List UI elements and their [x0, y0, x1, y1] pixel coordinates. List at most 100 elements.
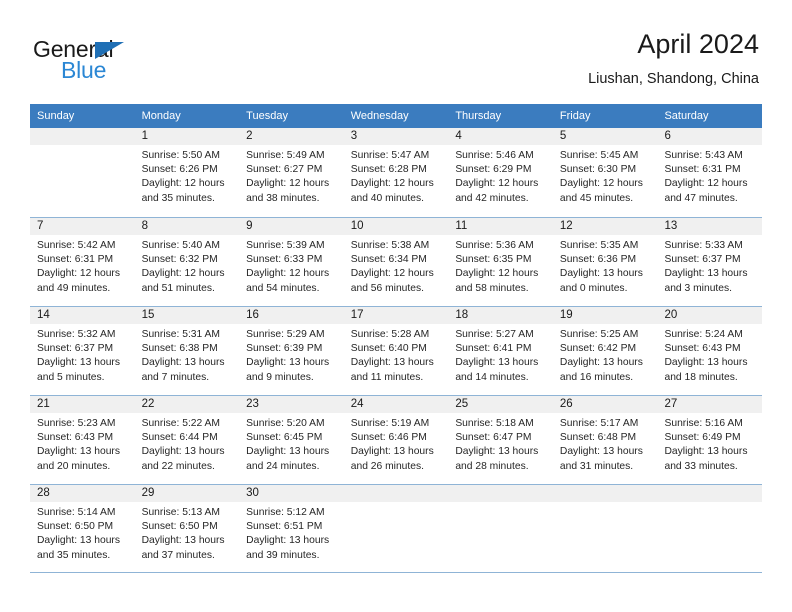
daylight-text-line2: and 20 minutes.	[37, 460, 111, 472]
day-cell[interactable]: 28 Sunrise: 5:14 AM Sunset: 6:50 PM Dayl…	[30, 485, 135, 572]
sunset-text: Sunset: 6:31 PM	[37, 254, 114, 266]
sunset-text: Sunset: 6:28 PM	[350, 164, 427, 176]
day-cell[interactable]: 9 Sunrise: 5:39 AM Sunset: 6:33 PM Dayli…	[239, 218, 344, 306]
sunset-text: Sunset: 6:48 PM	[559, 432, 637, 444]
day-cell	[552, 485, 658, 572]
day-cell[interactable]: 20 Sunrise: 5:24 AM Sunset: 6:43 PM Dayl…	[657, 307, 763, 395]
day-cell[interactable]: 30 Sunrise: 5:12 AM Sunset: 6:51 PM Dayl…	[239, 485, 344, 572]
sunrise-text: Sunrise: 5:12 AM	[246, 507, 325, 518]
day-number: 26	[552, 396, 658, 413]
daylight-text-line2: and 40 minutes.	[350, 192, 425, 204]
sunrise-text: Sunrise: 5:24 AM	[664, 329, 743, 340]
day-cell[interactable]: 16 Sunrise: 5:29 AM Sunset: 6:39 PM Dayl…	[239, 307, 344, 395]
daylight-text-line2: and 45 minutes.	[559, 192, 634, 204]
day-details: Sunrise: 5:50 AM Sunset: 6:26 PM Dayligh…	[135, 145, 240, 206]
day-cell[interactable]: 12 Sunrise: 5:35 AM Sunset: 6:36 PM Dayl…	[552, 218, 658, 306]
day-cell[interactable]: 8 Sunrise: 5:40 AM Sunset: 6:32 PM Dayli…	[134, 218, 240, 306]
day-cell[interactable]: 29 Sunrise: 5:13 AM Sunset: 6:50 PM Dayl…	[134, 485, 240, 572]
daylight-text-line2: and 35 minutes.	[141, 192, 215, 204]
day-details: Sunrise: 5:35 AM Sunset: 6:36 PM Dayligh…	[553, 235, 658, 296]
weekday-header-tuesday: Tuesday	[246, 110, 288, 122]
sunrise-text: Sunrise: 5:39 AM	[246, 240, 325, 251]
sunrise-text: Sunrise: 5:16 AM	[664, 418, 743, 429]
day-cell[interactable]: 4 Sunrise: 5:46 AM Sunset: 6:29 PM Dayli…	[448, 128, 553, 217]
daylight-text-line2: and 3 minutes.	[664, 282, 733, 294]
sunrise-text: Sunrise: 5:47 AM	[350, 150, 430, 161]
day-cell[interactable]: 10 Sunrise: 5:38 AM Sunset: 6:34 PM Dayl…	[343, 218, 449, 306]
day-cell[interactable]: 2 Sunrise: 5:49 AM Sunset: 6:27 PM Dayli…	[239, 128, 344, 217]
day-details: Sunrise: 5:49 AM Sunset: 6:27 PM Dayligh…	[239, 145, 344, 206]
day-number: 23	[239, 396, 344, 413]
day-cell[interactable]: 25 Sunrise: 5:18 AM Sunset: 6:47 PM Dayl…	[448, 396, 553, 484]
daylight-text-line2: and 0 minutes.	[559, 282, 628, 294]
weekday-header-thursday: Thursday	[455, 110, 502, 122]
weekday-header-saturday: Saturday	[664, 110, 709, 122]
day-number: 2	[239, 128, 344, 145]
daylight-text-line1: Daylight: 12 hours	[350, 268, 434, 280]
weekday-header-sunday: Sunday	[37, 110, 75, 122]
daylight-text-line1: Daylight: 12 hours	[141, 178, 225, 190]
day-number: 12	[552, 218, 658, 235]
day-details: Sunrise: 5:38 AM Sunset: 6:34 PM Dayligh…	[344, 235, 449, 296]
sunrise-text: Sunrise: 5:27 AM	[455, 329, 534, 340]
sunset-text: Sunset: 6:43 PM	[664, 343, 741, 355]
general-blue-logo[interactable]: General Blue	[33, 36, 233, 88]
daylight-text-line1: Daylight: 12 hours	[559, 178, 643, 190]
day-cell[interactable]: 22 Sunrise: 5:22 AM Sunset: 6:44 PM Dayl…	[134, 396, 240, 484]
day-details	[553, 502, 658, 506]
day-cell[interactable]: 23 Sunrise: 5:20 AM Sunset: 6:45 PM Dayl…	[239, 396, 344, 484]
sunset-text: Sunset: 6:27 PM	[246, 164, 323, 176]
sunset-text: Sunset: 6:33 PM	[246, 254, 323, 266]
day-details: Sunrise: 5:17 AM Sunset: 6:48 PM Dayligh…	[553, 413, 658, 474]
day-cell[interactable]: 7 Sunrise: 5:42 AM Sunset: 6:31 PM Dayli…	[30, 218, 135, 306]
day-details: Sunrise: 5:46 AM Sunset: 6:29 PM Dayligh…	[448, 145, 553, 206]
day-cell[interactable]: 24 Sunrise: 5:19 AM Sunset: 6:46 PM Dayl…	[343, 396, 449, 484]
weekday-header-row: Sunday Monday Tuesday Wednesday Thursday…	[30, 104, 762, 128]
day-cell[interactable]: 19 Sunrise: 5:25 AM Sunset: 6:42 PM Dayl…	[552, 307, 658, 395]
day-number: 29	[134, 485, 240, 502]
day-number	[343, 485, 449, 502]
day-cell[interactable]: 18 Sunrise: 5:27 AM Sunset: 6:41 PM Dayl…	[448, 307, 553, 395]
sunset-text: Sunset: 6:35 PM	[455, 254, 532, 266]
day-cell[interactable]: 3 Sunrise: 5:47 AM Sunset: 6:28 PM Dayli…	[343, 128, 449, 217]
sunset-text: Sunset: 6:40 PM	[350, 343, 427, 355]
daylight-text-line1: Daylight: 13 hours	[559, 357, 643, 369]
day-cell[interactable]: 27 Sunrise: 5:16 AM Sunset: 6:49 PM Dayl…	[657, 396, 763, 484]
day-cell[interactable]: 5 Sunrise: 5:45 AM Sunset: 6:30 PM Dayli…	[552, 128, 658, 217]
day-number: 14	[30, 307, 135, 324]
day-number: 17	[343, 307, 449, 324]
day-cell[interactable]: 14 Sunrise: 5:32 AM Sunset: 6:37 PM Dayl…	[30, 307, 135, 395]
day-details: Sunrise: 5:28 AM Sunset: 6:40 PM Dayligh…	[344, 324, 449, 385]
sunrise-text: Sunrise: 5:25 AM	[559, 329, 639, 340]
day-cell[interactable]: 1 Sunrise: 5:50 AM Sunset: 6:26 PM Dayli…	[134, 128, 240, 217]
daylight-text-line1: Daylight: 13 hours	[455, 446, 539, 458]
daylight-text-line2: and 58 minutes.	[455, 282, 529, 294]
day-cell[interactable]: 13 Sunrise: 5:33 AM Sunset: 6:37 PM Dayl…	[657, 218, 763, 306]
day-cell[interactable]: 11 Sunrise: 5:36 AM Sunset: 6:35 PM Dayl…	[448, 218, 553, 306]
week-row: 1 Sunrise: 5:50 AM Sunset: 6:26 PM Dayli…	[30, 128, 763, 217]
daylight-text-line2: and 22 minutes.	[141, 460, 215, 472]
sunrise-text: Sunrise: 5:17 AM	[559, 418, 639, 429]
daylight-text-line2: and 56 minutes.	[350, 282, 425, 294]
sunrise-text: Sunrise: 5:28 AM	[350, 329, 430, 340]
day-cell	[448, 485, 553, 572]
daylight-text-line1: Daylight: 13 hours	[37, 446, 120, 458]
day-number: 20	[657, 307, 763, 324]
day-cell[interactable]: 6 Sunrise: 5:43 AM Sunset: 6:31 PM Dayli…	[657, 128, 763, 217]
daylight-text-line1: Daylight: 13 hours	[350, 357, 434, 369]
daylight-text-line1: Daylight: 12 hours	[664, 178, 748, 190]
sunrise-text: Sunrise: 5:43 AM	[664, 150, 743, 161]
day-details: Sunrise: 5:42 AM Sunset: 6:31 PM Dayligh…	[30, 235, 135, 296]
day-cell[interactable]: 15 Sunrise: 5:31 AM Sunset: 6:38 PM Dayl…	[134, 307, 240, 395]
sunrise-text: Sunrise: 5:38 AM	[350, 240, 430, 251]
day-details: Sunrise: 5:14 AM Sunset: 6:50 PM Dayligh…	[30, 502, 135, 563]
day-cell[interactable]: 21 Sunrise: 5:23 AM Sunset: 6:43 PM Dayl…	[30, 396, 135, 484]
daylight-text-line1: Daylight: 13 hours	[455, 357, 539, 369]
day-number: 5	[552, 128, 658, 145]
day-cell[interactable]: 26 Sunrise: 5:17 AM Sunset: 6:48 PM Dayl…	[552, 396, 658, 484]
sunrise-text: Sunrise: 5:49 AM	[246, 150, 325, 161]
page-title: April 2024	[637, 29, 759, 59]
sunrise-text: Sunrise: 5:31 AM	[141, 329, 220, 340]
day-cell	[30, 128, 135, 217]
day-cell[interactable]: 17 Sunrise: 5:28 AM Sunset: 6:40 PM Dayl…	[343, 307, 449, 395]
